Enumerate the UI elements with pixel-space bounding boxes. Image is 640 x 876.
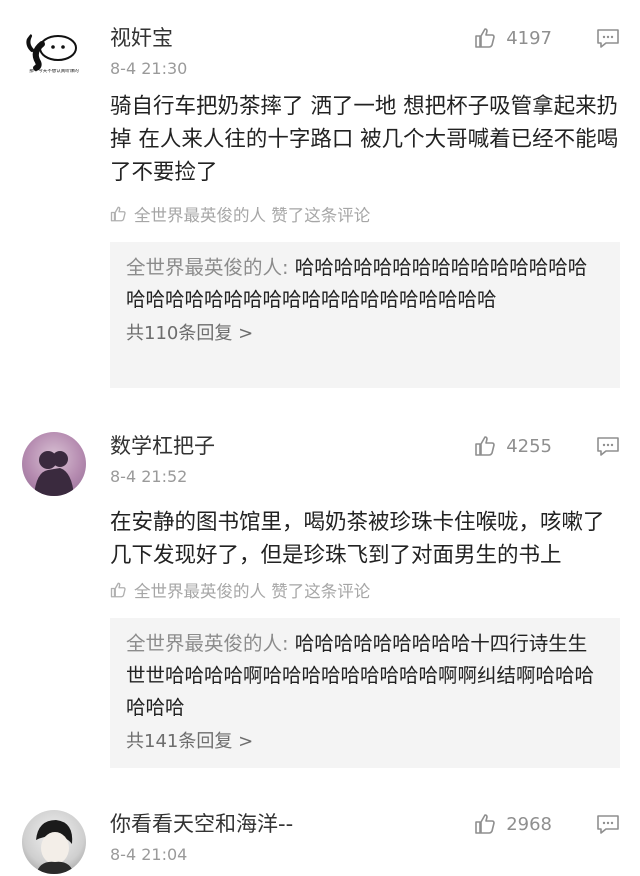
avatar-caption: 那个今天不想认真听课的 [29, 69, 79, 74]
liked-by-text: 全世界最英俊的人 赞了这条评论 [134, 582, 371, 601]
avatar-cartoon-icon [26, 34, 77, 71]
comment-text: 在安静的图书馆里，喝奶茶被珍珠卡住喉咙，咳嗽了几下发现好了，但是珍珠飞到了对面男… [110, 510, 605, 568]
thumbs-up-icon [475, 814, 495, 834]
like-count: 2968 [506, 813, 552, 835]
username[interactable]: 你看看天空和海洋-- [110, 810, 293, 838]
thumbs-up-icon [110, 582, 126, 598]
liked-by-note: 全世界最英俊的人 赞了这条评论 [110, 578, 370, 602]
comment-icon [597, 29, 619, 48]
timestamp: 8-4 21:30 [110, 59, 188, 78]
reply-text-block: 全世界最英俊的人: 哈哈哈哈哈哈哈哈哈哈哈哈哈哈哈哈哈哈哈哈哈哈哈哈哈哈哈哈哈哈… [126, 252, 606, 316]
liked-by-note: 全世界最英俊的人 赞了这条评论 [110, 202, 370, 226]
like-button[interactable]: 4255 [474, 434, 552, 458]
avatar[interactable]: 那个今天不想认真听课的 [22, 24, 86, 88]
timestamp: 8-4 21:52 [110, 467, 188, 486]
thumbs-up-icon [475, 436, 495, 456]
thumbs-up-icon [475, 28, 495, 48]
reply-button[interactable] [596, 28, 620, 54]
comment-icon [597, 815, 619, 834]
avatar-person-icon [36, 820, 74, 874]
timestamp: 8-4 21:04 [110, 845, 188, 864]
reply-button[interactable] [596, 436, 620, 462]
reply-button[interactable] [596, 814, 620, 840]
username[interactable]: 数学杠把子 [110, 432, 215, 460]
like-count: 4197 [506, 27, 552, 49]
like-button[interactable]: 2968 [474, 812, 552, 836]
liked-by-text: 全世界最英俊的人 赞了这条评论 [134, 206, 371, 225]
reply-count-link[interactable]: 共141条回复 > [126, 728, 606, 756]
avatar[interactable] [22, 810, 86, 874]
thumbs-up-icon [110, 206, 126, 222]
reply-author: 全世界最英俊的人: [126, 256, 289, 279]
reply-text-block: 全世界最英俊的人: 哈哈哈哈哈哈哈哈哈十四行诗生生世世哈哈哈哈啊哈哈哈哈哈哈哈哈… [126, 628, 606, 724]
avatar[interactable] [22, 432, 86, 496]
comment-icon [597, 437, 619, 456]
reply-preview[interactable]: 全世界最英俊的人: 哈哈哈哈哈哈哈哈哈十四行诗生生世世哈哈哈哈啊哈哈哈哈哈哈哈哈… [110, 618, 620, 768]
like-button[interactable]: 4197 [474, 26, 552, 50]
reply-count-link[interactable]: 共110条回复 > [126, 320, 606, 348]
reply-preview[interactable]: 全世界最英俊的人: 哈哈哈哈哈哈哈哈哈哈哈哈哈哈哈哈哈哈哈哈哈哈哈哈哈哈哈哈哈哈… [110, 242, 620, 388]
username[interactable]: 视奸宝 [110, 24, 173, 52]
avatar-couple-icon [34, 451, 74, 496]
comment-text: 骑自行车把奶茶摔了 洒了一地 想把杯子吸管拿起来扔掉 在人来人往的十字路口 被几… [110, 94, 619, 185]
reply-author: 全世界最英俊的人: [126, 632, 289, 655]
like-count: 4255 [506, 435, 552, 457]
